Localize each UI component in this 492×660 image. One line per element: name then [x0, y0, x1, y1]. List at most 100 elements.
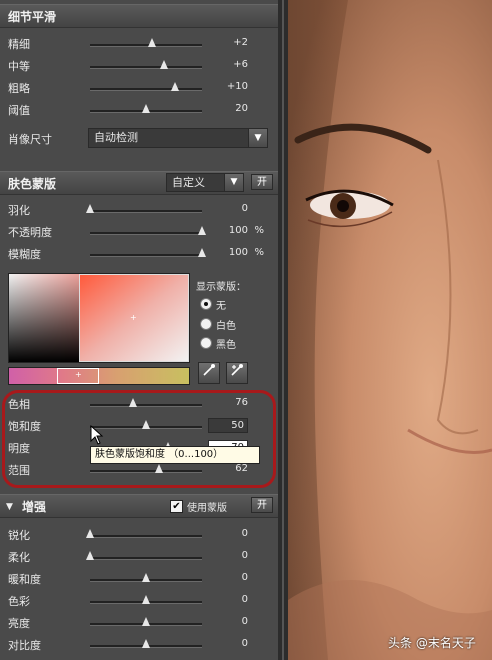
slider-row-tint: 色彩 0	[0, 590, 278, 612]
slider-value: 0	[241, 528, 248, 539]
display-mask-label: 显示蒙版：	[196, 282, 246, 293]
slider-row-opacity: 不透明度 100 %	[0, 221, 278, 243]
slider-row-contrast: 对比度 0	[0, 634, 278, 656]
slider-thumb[interactable]	[171, 82, 180, 91]
mouse-cursor-icon	[90, 425, 104, 445]
slider-track[interactable]	[90, 66, 202, 69]
slider-value: 100	[228, 247, 248, 258]
hue-range-marker[interactable]: +	[57, 368, 99, 384]
eyedropper-plus-button[interactable]	[226, 362, 248, 384]
slider-row-blur: 模糊度 100 %	[0, 243, 278, 265]
radio-label-none: 无	[216, 301, 226, 312]
slider-row-soften: 柔化 0	[0, 546, 278, 568]
crosshair-icon: +	[130, 313, 137, 322]
slider-row-coarse: 粗略 +10	[0, 77, 278, 99]
hue-strip[interactable]: +	[8, 367, 190, 385]
skin-mask-preset-select[interactable]: 自定义 ▼	[166, 173, 244, 192]
slider-thumb[interactable]	[142, 104, 150, 113]
slider-thumb[interactable]	[159, 60, 168, 69]
slider-thumb[interactable]	[86, 551, 94, 560]
slider-row-threshold: 阈值 20	[0, 99, 278, 121]
slider-value: 0	[241, 594, 248, 605]
radio-label-black: 黑色	[216, 340, 236, 351]
skin-mask-toggle-button[interactable]: 开	[251, 174, 273, 190]
eyedropper-icon	[203, 364, 215, 376]
slider-label: 精细	[8, 38, 30, 51]
radio-display-black[interactable]	[200, 337, 212, 349]
slider-row-fine: 精细 +2	[0, 33, 278, 55]
slider-thumb[interactable]	[142, 617, 150, 626]
face-illustration	[288, 0, 492, 660]
portrait-size-value: 自动检测	[94, 131, 138, 144]
skin-color-picker[interactable]: +	[8, 273, 190, 363]
portrait-size-label: 肖像尺寸	[8, 133, 52, 146]
slider-value: 20	[235, 103, 248, 114]
slider-track[interactable]	[90, 88, 202, 91]
eyedropper-button[interactable]	[198, 362, 220, 384]
slider-thumb[interactable]	[142, 573, 150, 582]
slider-track[interactable]	[90, 232, 202, 235]
slider-track[interactable]	[90, 254, 202, 257]
chevron-down-icon[interactable]: ▼	[248, 129, 267, 147]
saturation-tooltip: 肤色蒙版饱和度 （0...100）	[90, 446, 260, 464]
slider-value: 0	[241, 550, 248, 561]
slider-label: 柔化	[8, 551, 30, 564]
settings-panel: 细节平滑 精细 +2 中等 +6 粗略 +10 阈值 20 肖像尺寸 自动检测 …	[0, 0, 278, 660]
slider-label: 粗略	[8, 82, 30, 95]
slider-label: 中等	[8, 60, 30, 73]
color-selection-box[interactable]: +	[79, 274, 189, 362]
slider-row-sharpen: 锐化 0	[0, 524, 278, 546]
slider-track[interactable]	[90, 535, 202, 538]
slider-label: 模糊度	[8, 248, 41, 261]
radio-display-white[interactable]	[200, 318, 212, 330]
eyedropper-plus-icon	[231, 364, 243, 376]
skin-mask-preset-value: 自定义	[172, 176, 205, 189]
watermark-text: 头条 @末名天子	[388, 636, 476, 650]
slider-value: +2	[233, 37, 248, 48]
slider-thumb[interactable]	[142, 639, 150, 648]
slider-label: 暖和度	[8, 573, 41, 586]
section-header-detail[interactable]: 细节平滑	[0, 4, 278, 28]
section-title-enhance: 增强	[22, 500, 47, 514]
slider-thumb[interactable]	[142, 595, 150, 604]
enhance-toggle-button[interactable]: 开	[251, 497, 273, 513]
section-title-detail: 细节平滑	[8, 10, 57, 24]
slider-thumb[interactable]	[147, 38, 156, 47]
chevron-down-icon[interactable]: ▼	[224, 174, 243, 191]
slider-value: 0	[241, 638, 248, 649]
slider-label: 对比度	[8, 639, 41, 652]
slider-label: 色彩	[8, 595, 30, 608]
slider-thumb[interactable]	[86, 204, 94, 213]
slider-unit: %	[254, 225, 264, 236]
slider-track[interactable]	[90, 210, 202, 213]
slider-row-brightness-enhance: 亮度 0	[0, 612, 278, 634]
slider-row-warmth: 暖和度 0	[0, 568, 278, 590]
slider-track[interactable]	[90, 44, 202, 47]
slider-label: 羽化	[8, 204, 30, 217]
slider-value: 100	[228, 225, 248, 236]
portrait-size-select[interactable]: 自动检测 ▼	[88, 128, 268, 148]
collapse-arrow-icon[interactable]: ▼	[6, 495, 13, 519]
preview-image[interactable]	[288, 0, 492, 660]
slider-track[interactable]	[90, 557, 202, 560]
radio-display-none[interactable]	[200, 298, 212, 310]
slider-label: 锐化	[8, 529, 30, 542]
highlight-ring	[2, 390, 276, 488]
slider-thumb[interactable]	[198, 248, 206, 257]
slider-label: 不透明度	[8, 226, 52, 239]
slider-value: 0	[241, 572, 248, 583]
slider-thumb[interactable]	[198, 226, 206, 235]
use-mask-label: 使用蒙版	[187, 503, 227, 514]
slider-value: +6	[233, 59, 248, 70]
slider-value: 0	[241, 203, 248, 214]
slider-thumb[interactable]	[86, 529, 94, 538]
section-title-skin-mask: 肤色蒙版	[8, 177, 57, 191]
slider-row-medium: 中等 +6	[0, 55, 278, 77]
slider-value: +10	[226, 81, 248, 92]
radio-label-white: 白色	[216, 321, 236, 332]
slider-label: 阈值	[8, 104, 30, 117]
use-mask-checkbox[interactable]: ✔	[170, 500, 183, 513]
panel-divider-line	[282, 0, 284, 660]
slider-row-feather: 羽化 0	[0, 199, 278, 221]
section-header-enhance[interactable]: ▼ 增强	[0, 494, 278, 518]
